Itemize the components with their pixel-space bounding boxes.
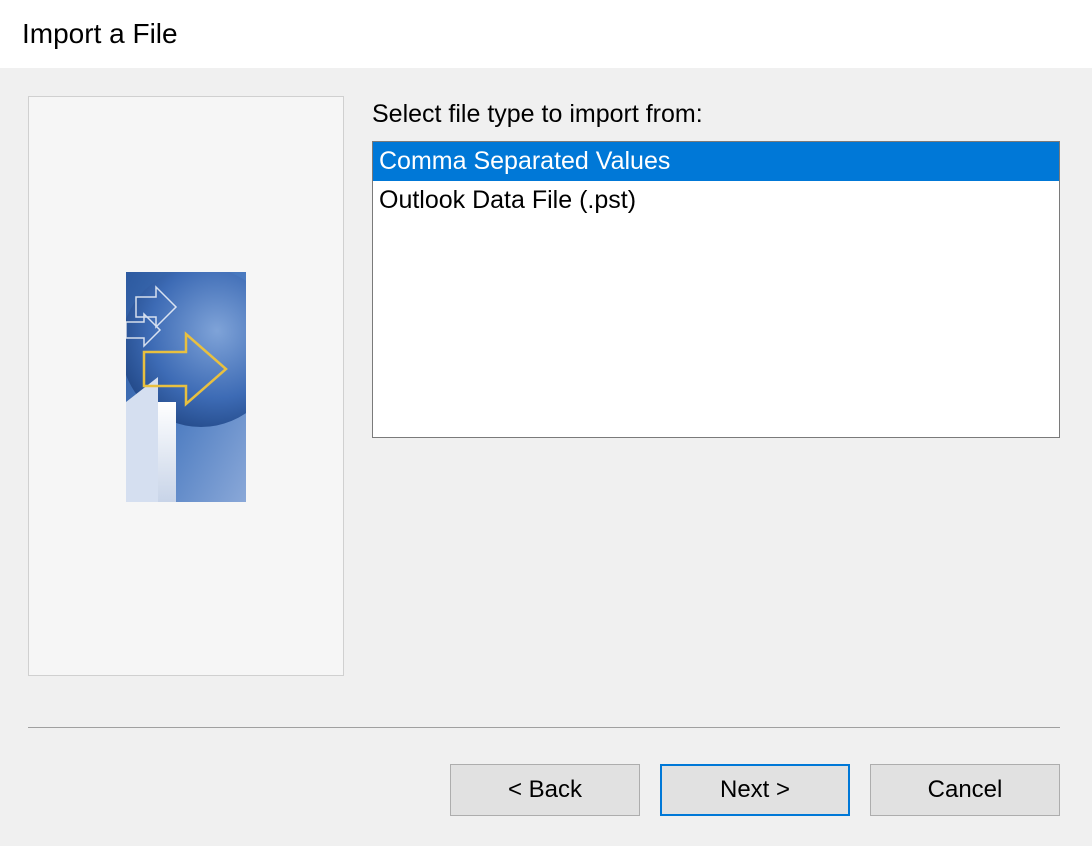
dialog-content: Select file type to import from: Comma S… <box>0 68 1092 846</box>
next-button[interactable]: Next > <box>660 764 850 816</box>
cancel-button[interactable]: Cancel <box>870 764 1060 816</box>
wizard-side-panel <box>28 96 344 676</box>
file-type-listbox[interactable]: Comma Separated ValuesOutlook Data File … <box>372 141 1060 438</box>
button-row: < Back Next > Cancel <box>28 728 1060 846</box>
dialog-title: Import a File <box>0 0 1092 68</box>
file-type-option[interactable]: Comma Separated Values <box>373 142 1059 181</box>
instruction-label: Select file type to import from: <box>372 100 1060 129</box>
back-button[interactable]: < Back <box>450 764 640 816</box>
import-arrows-icon <box>126 272 246 502</box>
file-type-option[interactable]: Outlook Data File (.pst) <box>373 181 1059 220</box>
import-file-dialog: Import a File <box>0 0 1092 846</box>
main-panel: Select file type to import from: Comma S… <box>372 96 1060 687</box>
content-columns: Select file type to import from: Comma S… <box>28 96 1060 687</box>
